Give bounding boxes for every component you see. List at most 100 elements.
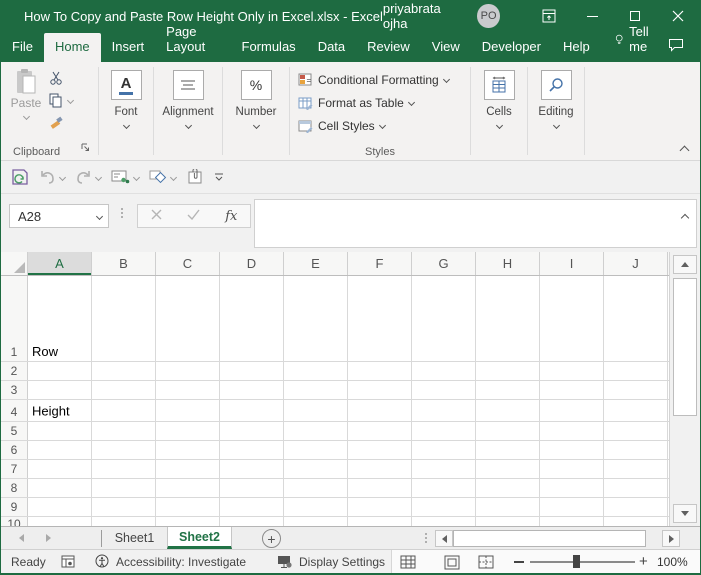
column-header-D[interactable]: D xyxy=(220,252,284,275)
paste-button[interactable]: Paste xyxy=(9,68,43,142)
format-as-table-button[interactable]: Format as Table xyxy=(298,91,470,114)
column-header-H[interactable]: H xyxy=(476,252,540,275)
accessibility-status[interactable]: Accessibility: Investigate xyxy=(94,550,246,573)
cancel-button[interactable] xyxy=(151,207,162,225)
column-header-C[interactable]: C xyxy=(156,252,220,275)
tab-insert[interactable]: Insert xyxy=(101,33,156,62)
worksheet-grid[interactable]: 1 Row 2 3 4 Height 5 6 7 xyxy=(1,276,669,526)
tab-developer[interactable]: Developer xyxy=(471,33,552,62)
ribbon-display-options-button[interactable] xyxy=(528,0,571,32)
column-header-I[interactable]: I xyxy=(540,252,604,275)
row-cells[interactable] xyxy=(28,441,668,459)
macro-record-button[interactable] xyxy=(61,550,76,573)
tab-view[interactable]: View xyxy=(421,33,471,62)
cell-styles-button[interactable]: Cell Styles xyxy=(298,114,470,137)
name-box-dropdown-icon[interactable] xyxy=(90,214,108,219)
comments-button[interactable] xyxy=(668,38,684,62)
row-cells[interactable] xyxy=(28,479,668,497)
zoom-level[interactable]: 100% xyxy=(657,555,688,569)
row-cells[interactable] xyxy=(28,517,668,526)
tab-help[interactable]: Help xyxy=(552,33,601,62)
row-header[interactable]: 7 xyxy=(1,460,28,478)
row-header[interactable]: 4 xyxy=(1,400,28,421)
save-button[interactable] xyxy=(11,168,29,186)
row-header[interactable]: 2 xyxy=(1,362,28,380)
vertical-scrollbar-thumb[interactable] xyxy=(673,278,697,416)
scroll-down-button[interactable] xyxy=(673,504,697,523)
zoom-in-button[interactable]: + xyxy=(639,555,648,568)
sheet-tab-sheet1[interactable]: Sheet1 xyxy=(102,527,167,549)
row-cells[interactable]: Row xyxy=(28,276,668,361)
normal-view-button[interactable] xyxy=(396,553,420,571)
contact-card-button[interactable] xyxy=(111,169,139,185)
number-group-collapsed[interactable]: % Number xyxy=(223,62,289,160)
user-name[interactable]: priyabrata ojha xyxy=(383,1,463,31)
insert-function-button[interactable]: fx xyxy=(225,209,237,224)
cell-A4[interactable]: Height xyxy=(32,403,70,418)
row-cells[interactable] xyxy=(28,422,668,440)
column-header-G[interactable]: G xyxy=(412,252,476,275)
row-header[interactable]: 6 xyxy=(1,441,28,459)
copy-button[interactable] xyxy=(49,92,73,108)
redo-button[interactable] xyxy=(75,170,101,185)
next-sheet-icon[interactable] xyxy=(46,534,51,542)
formula-bar-drag-handle[interactable] xyxy=(121,208,123,218)
scroll-right-button[interactable] xyxy=(662,530,680,547)
new-sheet-button[interactable]: + xyxy=(262,529,281,548)
scroll-left-button[interactable] xyxy=(435,530,453,547)
zoom-slider-track[interactable] xyxy=(530,561,635,563)
tab-data[interactable]: Data xyxy=(307,33,356,62)
previous-sheet-icon[interactable] xyxy=(19,534,24,542)
row-cells[interactable] xyxy=(28,460,668,478)
column-header-E[interactable]: E xyxy=(284,252,348,275)
enter-button[interactable] xyxy=(187,207,200,225)
tab-review[interactable]: Review xyxy=(356,33,421,62)
row-cells[interactable] xyxy=(28,362,668,380)
row-header[interactable]: 5 xyxy=(1,422,28,440)
column-header-B[interactable]: B xyxy=(92,252,156,275)
zoom-out-button[interactable] xyxy=(514,561,524,563)
cell-A1[interactable]: Row xyxy=(32,344,58,359)
expand-formula-bar-icon[interactable] xyxy=(682,208,688,226)
clipboard-dialog-launcher[interactable] xyxy=(81,139,90,157)
column-header-A[interactable]: A xyxy=(28,252,92,275)
font-group-collapsed[interactable]: A Font xyxy=(99,62,153,160)
column-header-F[interactable]: F xyxy=(348,252,412,275)
zoom-slider-handle[interactable] xyxy=(573,555,580,568)
format-painter-button[interactable] xyxy=(49,114,73,130)
name-box[interactable]: A28 xyxy=(9,204,109,228)
collapse-ribbon-button[interactable] xyxy=(680,146,690,156)
editing-group-collapsed[interactable]: Editing xyxy=(528,62,584,160)
row-header[interactable]: 10 xyxy=(1,517,28,526)
tab-file[interactable]: File xyxy=(1,33,44,62)
shapes-button[interactable] xyxy=(149,169,176,185)
display-settings-button[interactable]: Display Settings xyxy=(277,550,385,573)
cut-button[interactable] xyxy=(49,70,73,86)
cells-group-collapsed[interactable]: Cells xyxy=(471,62,527,160)
undo-button[interactable] xyxy=(39,170,65,185)
scroll-up-button[interactable] xyxy=(673,255,697,274)
attach-file-button[interactable] xyxy=(186,169,204,186)
select-all-button[interactable] xyxy=(1,252,28,275)
formula-input[interactable] xyxy=(254,199,697,248)
tab-formulas[interactable]: Formulas xyxy=(231,33,307,62)
column-header-J[interactable]: J xyxy=(604,252,668,275)
row-header[interactable]: 1 xyxy=(1,276,28,361)
vertical-scrollbar[interactable] xyxy=(669,252,700,526)
row-header[interactable]: 9 xyxy=(1,498,28,516)
page-break-preview-button[interactable] xyxy=(474,553,498,571)
tab-page-layout[interactable]: Page Layout xyxy=(155,18,230,62)
row-cells[interactable]: Height xyxy=(28,400,668,421)
row-cells[interactable] xyxy=(28,381,668,399)
tabbar-splitter-handle[interactable] xyxy=(425,533,427,543)
customize-qat-button[interactable] xyxy=(214,172,224,183)
tab-home[interactable]: Home xyxy=(44,33,101,62)
tell-me-button[interactable]: Tell me xyxy=(601,18,668,62)
horizontal-scrollbar-thumb[interactable] xyxy=(453,530,646,547)
alignment-group-collapsed[interactable]: Alignment xyxy=(154,62,222,160)
conditional-formatting-button[interactable]: = Conditional Formatting xyxy=(298,68,470,91)
row-header[interactable]: 8 xyxy=(1,479,28,497)
row-header[interactable]: 3 xyxy=(1,381,28,399)
page-layout-view-button[interactable] xyxy=(440,553,464,571)
avatar[interactable]: PO xyxy=(477,4,499,28)
